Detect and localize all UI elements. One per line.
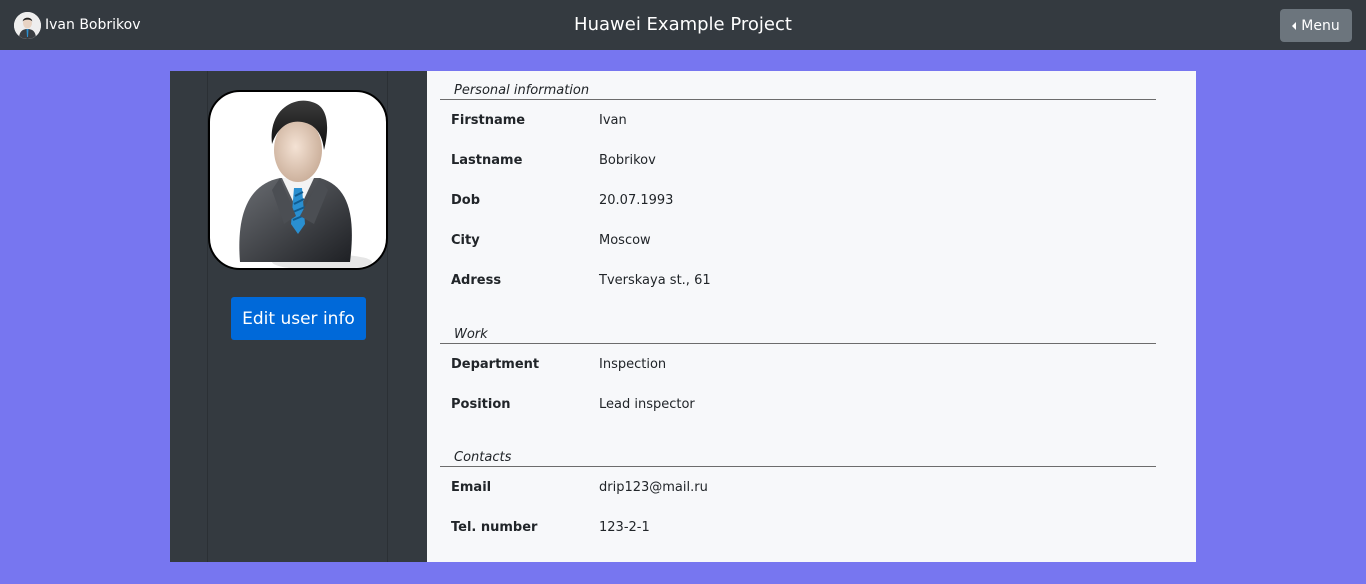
profile-sidebar: Edit user info — [170, 71, 427, 562]
field-value: Bobrikov — [599, 153, 656, 168]
section-title: Work — [454, 327, 488, 342]
section-title: Personal information — [454, 83, 590, 98]
work-heading: Work — [440, 315, 1156, 344]
field-label: Position — [451, 397, 511, 412]
info-row-email: Email drip123@mail.ru — [451, 480, 1151, 500]
field-value: Lead inspector — [599, 397, 695, 412]
field-label: Firstname — [451, 113, 526, 128]
field-label: Dob — [451, 193, 481, 208]
field-label: Email — [451, 480, 492, 495]
field-label: Lastname — [451, 153, 523, 168]
field-value: Ivan — [599, 113, 627, 128]
profile-photo — [208, 90, 388, 270]
section-title: Contacts — [454, 450, 512, 465]
field-value: Tverskaya st., 61 — [599, 273, 711, 288]
field-value: drip123@mail.ru — [599, 480, 708, 495]
field-value: Moscow — [599, 233, 651, 248]
info-row-firstname: Firstname Ivan — [451, 113, 1151, 133]
info-row-address: Adress Tverskaya st., 61 — [451, 273, 1151, 293]
info-row-lastname: Lastname Bobrikov — [451, 153, 1151, 173]
businessman-avatar-icon — [239, 100, 372, 268]
field-label: Department — [451, 357, 540, 372]
info-row-department: Department Inspection — [451, 357, 1151, 377]
info-row-city: City Moscow — [451, 233, 1151, 253]
menu-button[interactable]: Menu — [1280, 9, 1352, 42]
personal-information-heading: Personal information — [440, 71, 1156, 100]
top-navbar: Ivan Bobrikov Huawei Example Project Men… — [0, 0, 1366, 50]
field-label: Adress — [451, 273, 502, 288]
field-label: City — [451, 233, 480, 248]
caret-left-icon — [1292, 21, 1297, 30]
field-value: 20.07.1993 — [599, 193, 674, 208]
menu-button-label: Menu — [1301, 17, 1340, 34]
user-info-panel: Personal information Firstname Ivan Last… — [427, 71, 1196, 562]
info-row-phone: Tel. number 123-2-1 — [451, 520, 1151, 540]
contacts-heading: Contacts — [440, 438, 1156, 467]
field-value: Inspection — [599, 357, 667, 372]
edit-user-info-button[interactable]: Edit user info — [231, 297, 366, 340]
field-value: 123-2-1 — [599, 520, 650, 535]
info-row-position: Position Lead inspector — [451, 397, 1151, 417]
user-card: Edit user info Personal information Firs… — [170, 71, 1196, 562]
info-row-dob: Dob 20.07.1993 — [451, 193, 1151, 213]
field-label: Tel. number — [451, 520, 538, 535]
app-title: Huawei Example Project — [574, 14, 792, 35]
